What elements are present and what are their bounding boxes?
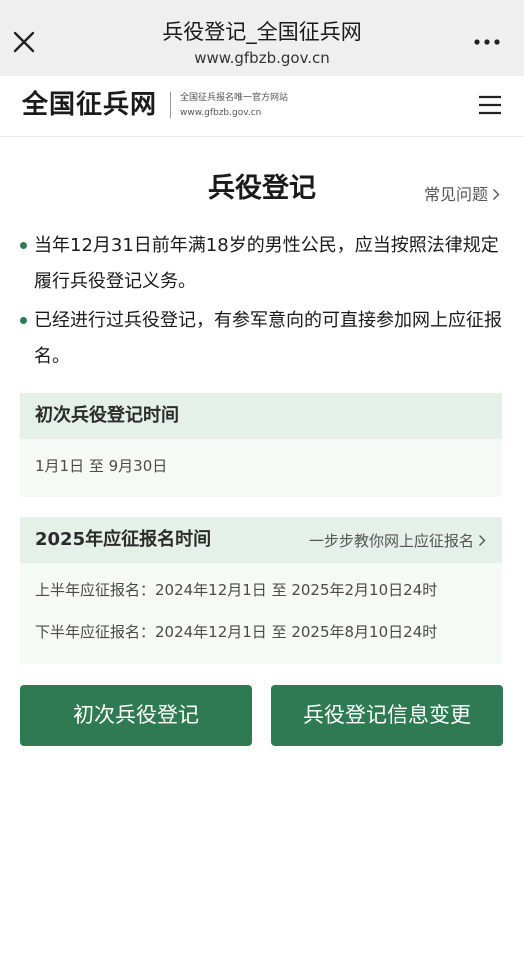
hamburger-menu-icon[interactable] xyxy=(478,94,502,116)
first-registration-button[interactable]: 初次兵役登记 xyxy=(20,685,252,746)
site-logo[interactable]: 全国征兵网 xyxy=(22,88,157,122)
registration-period: 1月1日 至 9月30日 xyxy=(35,457,168,475)
info-bullet-text: 已经进行过兵役登记，有参军意向的可直接参加网上应征报名。 xyxy=(34,310,502,367)
first-half-period: 上半年应征报名：2024年12月1日 至 2025年2月10日24时 xyxy=(35,581,438,599)
more-dots-icon[interactable] xyxy=(472,32,502,52)
info-bullet: 已经进行过兵役登记，有参军意向的可直接参加网上应征报名。 xyxy=(20,303,504,375)
enlistment-guide-link[interactable]: 一步步教你网上应征报名 xyxy=(309,531,486,552)
chevron-right-icon xyxy=(492,185,500,207)
card-header: 初次兵役登记时间 xyxy=(20,393,502,439)
bullet-dot xyxy=(20,317,27,324)
browser-top-bar: 兵役登记_全国征兵网 www.gfbzb.gov.cn xyxy=(0,0,524,76)
second-half-period: 下半年应征报名：2024年12月1日 至 2025年8月10日24时 xyxy=(35,623,438,641)
enlistment-card: 2025年应征报名时间 一步步教你网上应征报名 上半年应征报名：2024年12月… xyxy=(20,517,502,664)
card-title: 2025年应征报名时间 xyxy=(35,529,212,550)
site-tagline: 全国征兵报名唯一官方网站 xyxy=(180,93,289,103)
info-bullet: 当年12月31日前年满18岁的男性公民，应当按照法律规定履行兵役登记义务。 xyxy=(20,228,504,300)
browser-page-title: 兵役登记_全国征兵网 xyxy=(162,20,362,44)
faq-link[interactable]: 常见问题 xyxy=(424,184,500,207)
registration-change-button[interactable]: 兵役登记信息变更 xyxy=(271,685,503,746)
card-header: 2025年应征报名时间 一步步教你网上应征报名 xyxy=(20,517,502,563)
first-registration-card: 初次兵役登记时间 1月1日 至 9月30日 xyxy=(20,393,502,497)
card-title: 初次兵役登记时间 xyxy=(35,405,179,426)
site-domain: www.gfbzb.gov.cn xyxy=(180,108,262,118)
faq-link-label: 常见问题 xyxy=(423,185,488,204)
browser-url: www.gfbzb.gov.cn xyxy=(194,49,330,67)
site-header: 全国征兵网 全国征兵报名唯一官方网站 www.gfbzb.gov.cn xyxy=(0,76,524,137)
logo-divider xyxy=(170,92,171,118)
guide-link-label: 一步步教你网上应征报名 xyxy=(308,532,474,550)
bullet-dot xyxy=(20,242,27,249)
info-bullet-text: 当年12月31日前年满18岁的男性公民，应当按照法律规定履行兵役登记义务。 xyxy=(34,235,499,292)
chevron-right-icon xyxy=(478,532,486,552)
